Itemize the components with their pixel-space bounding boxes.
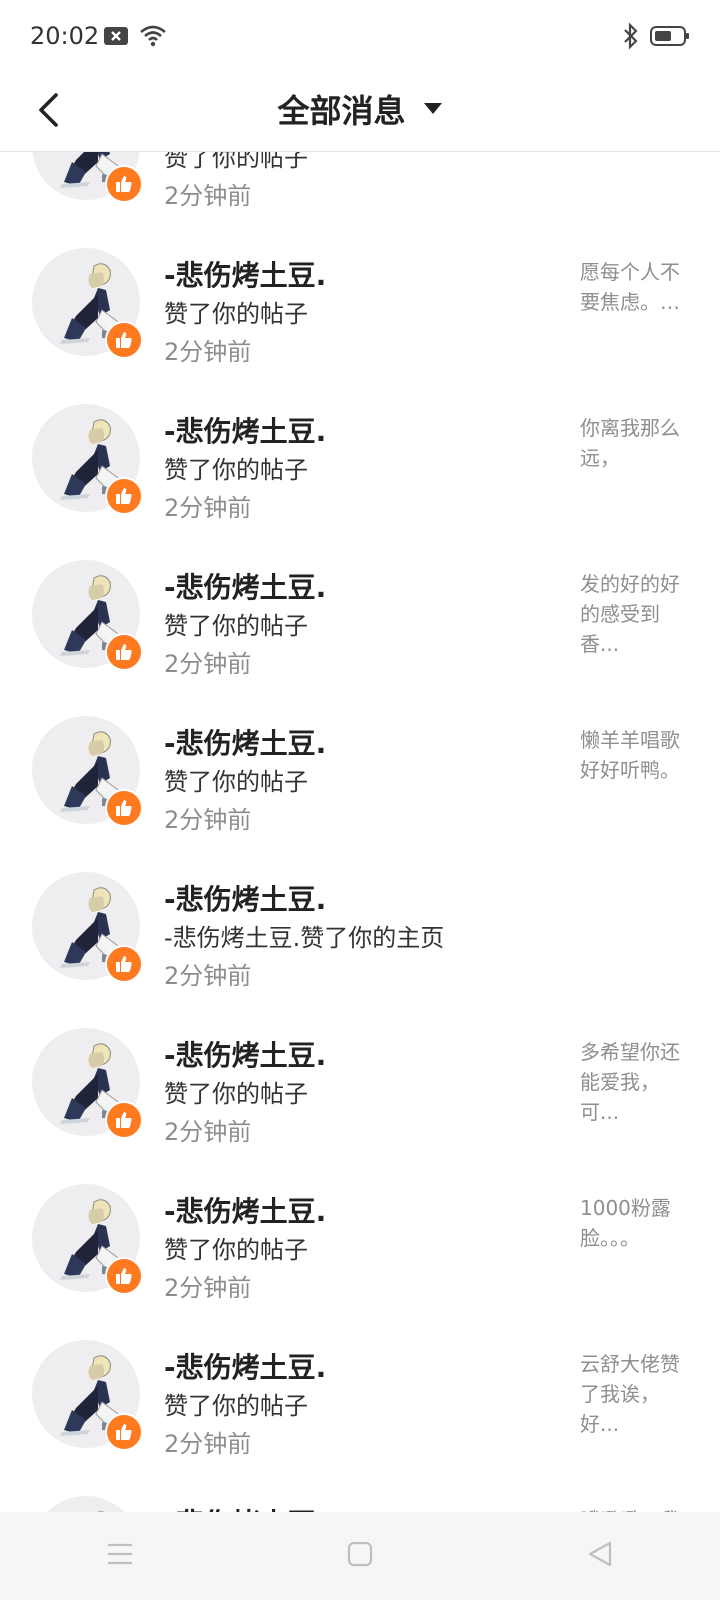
post-preview[interactable]: 哦吼吼，我不会要成 <box>580 1505 688 1512</box>
avatar-container[interactable] <box>32 560 143 671</box>
message-item[interactable]: -悲伤烤土豆. 赞了你的帖子 2分钟前 你离我那么远， <box>0 366 720 522</box>
avatar-container[interactable] <box>32 1496 142 1512</box>
home-button[interactable] <box>320 1526 400 1586</box>
message-item[interactable]: -悲伤烤土豆.赞了你的帖子2分钟前哦吼吼，我不会要成 <box>0 1458 720 1512</box>
message-list[interactable]: -悲伤烤土豆.赞了你的帖子2分钟前-悲伤烤土豆.赞了你的帖子2分钟前愿每个人不要… <box>0 152 720 1512</box>
like-badge-icon <box>105 477 143 515</box>
message-action: -悲伤烤土豆.赞了你的主页 <box>164 924 445 952</box>
message-action: 赞了你的帖子 <box>164 152 308 172</box>
message-time: 2分钟前 <box>164 806 252 834</box>
message-time: 2分钟前 <box>164 962 252 990</box>
message-time: 2分钟前 <box>164 1274 252 1302</box>
message-item[interactable]: -悲伤烤土豆. 赞了你的帖子 2分钟前 1000粉露脸。。。 <box>0 1146 720 1302</box>
post-preview[interactable]: 你离我那么远， <box>580 413 688 473</box>
avatar-container[interactable] <box>32 1340 143 1451</box>
message-time: 2分钟前 <box>164 1430 252 1458</box>
post-preview[interactable]: 懒羊羊唱歌好好听鸭。 <box>580 725 688 785</box>
message-item[interactable]: -悲伤烤土豆. -悲伤烤土豆.赞了你的主页 2分钟前 <box>0 834 720 990</box>
sender-name[interactable]: -悲伤烤土豆. <box>164 1034 326 1074</box>
avatar-container[interactable] <box>32 404 143 515</box>
status-time: 20:02 <box>30 22 100 50</box>
like-badge-icon <box>105 1413 143 1451</box>
title-bar: 全部消息 <box>0 72 720 152</box>
avatar <box>32 1496 140 1512</box>
message-time: 2分钟前 <box>164 494 252 522</box>
message-item[interactable]: -悲伤烤土豆. 赞了你的帖子 2分钟前 多希望你还能爱我，可... <box>0 990 720 1146</box>
message-action: 赞了你的帖子 <box>164 612 308 640</box>
sender-name[interactable]: -悲伤烤土豆. <box>164 254 326 294</box>
status-bar: 20:02 <box>0 0 720 72</box>
like-badge-icon <box>105 1257 143 1295</box>
like-badge-icon <box>105 945 143 983</box>
message-time: 2分钟前 <box>164 650 252 678</box>
home-square-icon <box>347 1541 373 1571</box>
battery-icon <box>650 25 690 51</box>
post-preview[interactable]: 发的好的好的感受到香... <box>580 569 688 659</box>
post-preview[interactable]: 云舒大佬赞了我诶，好... <box>580 1349 688 1439</box>
dropdown-caret-icon <box>423 100 443 119</box>
system-nav-bar <box>0 1512 720 1600</box>
back-triangle-icon <box>586 1540 614 1572</box>
message-action: 赞了你的帖子 <box>164 300 308 328</box>
sender-name[interactable]: -悲伤烤土豆. <box>164 566 326 606</box>
message-item[interactable]: -悲伤烤土豆. 赞了你的帖子 2分钟前 云舒大佬赞了我诶，好... <box>0 1302 720 1458</box>
like-badge-icon <box>105 1101 143 1139</box>
message-time: 2分钟前 <box>164 1118 252 1146</box>
message-item[interactable]: -悲伤烤土豆. 赞了你的帖子 2分钟前 发的好的好的感受到香... <box>0 522 720 678</box>
like-badge-icon <box>105 789 143 827</box>
sender-name[interactable]: -悲伤烤土豆. <box>164 1502 326 1512</box>
sender-name[interactable]: -悲伤烤土豆. <box>164 410 326 450</box>
avatar-container[interactable] <box>32 1028 143 1139</box>
bluetooth-icon <box>622 22 640 54</box>
avatar-container[interactable] <box>32 248 143 359</box>
like-badge-icon <box>105 321 143 359</box>
message-time: 2分钟前 <box>164 182 252 210</box>
avatar-container[interactable] <box>32 872 143 983</box>
message-action: 赞了你的帖子 <box>164 456 308 484</box>
message-action: 赞了你的帖子 <box>164 1236 308 1264</box>
sender-name[interactable]: -悲伤烤土豆. <box>164 878 326 918</box>
sender-name[interactable]: -悲伤烤土豆. <box>164 722 326 762</box>
status-left-icons <box>103 24 167 52</box>
menu-icon <box>106 1542 134 1570</box>
post-preview[interactable]: 愿每个人不要焦虑。… <box>580 257 688 317</box>
sender-name[interactable]: -悲伤烤土豆. <box>164 1190 326 1230</box>
back-nav-button[interactable] <box>560 1526 640 1586</box>
like-badge-icon <box>105 633 143 671</box>
avatar-container[interactable] <box>32 1184 143 1295</box>
message-item[interactable]: -悲伤烤土豆.赞了你的帖子2分钟前 <box>0 152 720 210</box>
message-item[interactable]: -悲伤烤土豆. 赞了你的帖子 2分钟前 懒羊羊唱歌好好听鸭。 <box>0 678 720 834</box>
sender-name[interactable]: -悲伤烤土豆. <box>164 1346 326 1386</box>
message-item[interactable]: -悲伤烤土豆. 赞了你的帖子 2分钟前 愿每个人不要焦虑。… <box>0 210 720 366</box>
wifi-icon <box>139 24 167 52</box>
avatar-container[interactable] <box>32 152 143 203</box>
like-badge-icon <box>105 165 143 203</box>
notification-x-icon <box>103 26 129 50</box>
message-action: 赞了你的帖子 <box>164 1080 308 1108</box>
title-dropdown[interactable]: 全部消息 <box>0 86 720 132</box>
avatar-container[interactable] <box>32 716 143 827</box>
page-title: 全部消息 <box>277 92 406 130</box>
message-action: 赞了你的帖子 <box>164 1392 308 1420</box>
status-right-icons <box>622 22 690 54</box>
message-action: 赞了你的帖子 <box>164 768 308 796</box>
menu-button[interactable] <box>80 1526 160 1586</box>
post-preview[interactable]: 1000粉露脸。。。 <box>580 1193 688 1253</box>
post-preview[interactable]: 多希望你还能爱我，可... <box>580 1037 688 1127</box>
message-time: 2分钟前 <box>164 338 252 366</box>
